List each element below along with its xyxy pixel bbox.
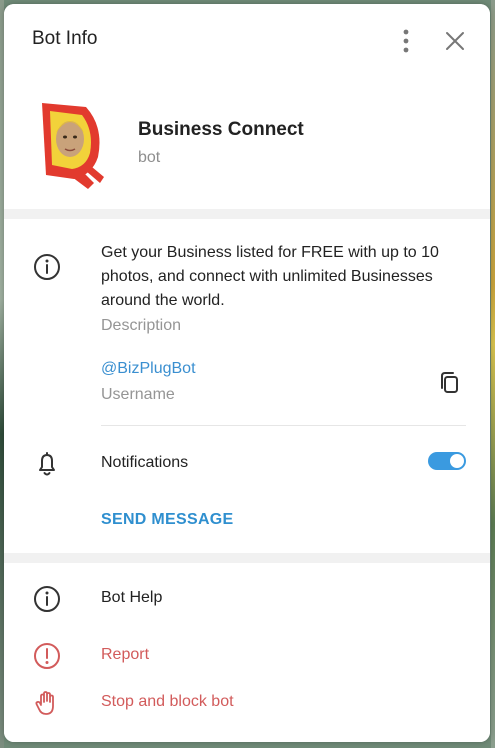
username-label: Username (101, 386, 175, 403)
profile-section: Bot Info Business Connect bot (4, 4, 490, 209)
more-vertical-icon[interactable] (394, 28, 418, 54)
bot-info-dialog: Bot Info Business Connect bot Get your B… (4, 4, 490, 742)
bot-help-label: Bot Help (101, 589, 163, 606)
report-icon (34, 643, 60, 669)
bot-username-link[interactable]: @BizPlugBot (101, 360, 196, 378)
bot-name: Business Connect (138, 119, 304, 140)
actions-section: Bot Help Report Stop and block bot (4, 563, 490, 742)
close-icon[interactable] (443, 29, 467, 53)
dialog-title: Bot Info (32, 28, 98, 49)
notifications-label: Notifications (101, 454, 189, 471)
notifications-toggle[interactable] (428, 452, 466, 470)
info-icon (34, 254, 60, 280)
hand-stop-icon (35, 691, 54, 715)
send-message-button[interactable]: SEND MESSAGE (101, 511, 234, 529)
toggle-knob (449, 453, 465, 469)
info-icon (34, 586, 60, 612)
bot-subtitle: bot (138, 149, 161, 166)
copy-icon[interactable] (439, 371, 461, 395)
description-label: Description (101, 317, 182, 334)
bot-avatar (42, 103, 104, 189)
background-right-edge (491, 0, 495, 748)
stop-block-label: Stop and block bot (101, 693, 234, 710)
bell-icon (39, 452, 55, 476)
report-label: Report (101, 646, 150, 663)
section-divider (101, 425, 466, 426)
bot-description: Get your Business listed for FREE with u… (101, 244, 439, 309)
info-section: Get your Business listed for FREE with u… (4, 219, 490, 553)
